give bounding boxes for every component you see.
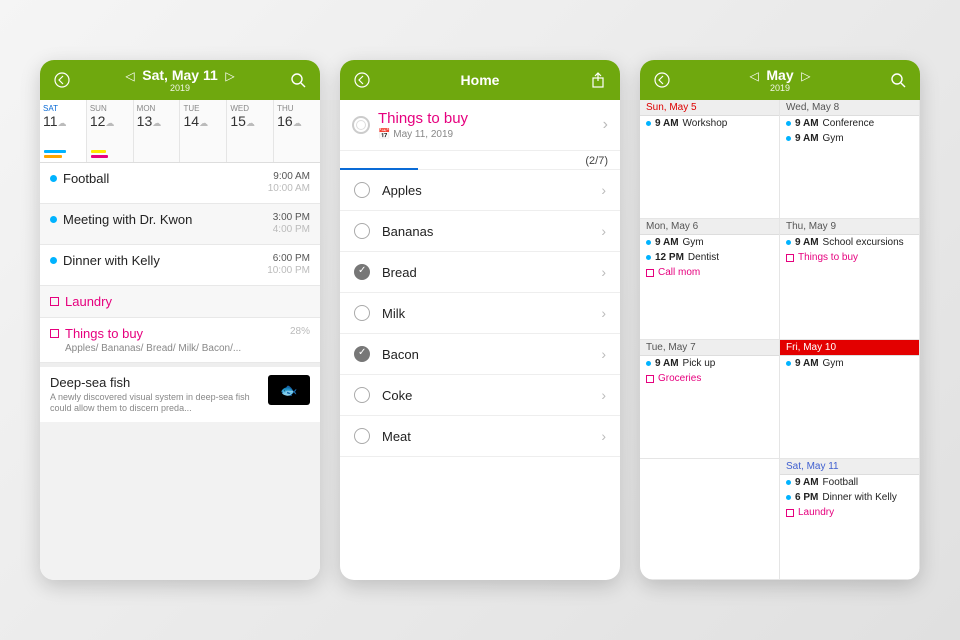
week-grid: Sun, May 59 AM WorkshopWed, May 89 AM Co… bbox=[640, 100, 920, 580]
event-row[interactable]: Things to buyApples/ Bananas/ Bread/ Mil… bbox=[40, 318, 320, 363]
article-card[interactable]: Deep-sea fishA newly discovered visual s… bbox=[40, 363, 320, 422]
prev-day-icon[interactable]: ◁ bbox=[121, 69, 138, 83]
chevron-right-icon: › bbox=[601, 428, 606, 444]
check-circle-icon[interactable] bbox=[354, 387, 370, 403]
header-title: Home bbox=[461, 72, 500, 88]
check-circle-icon[interactable] bbox=[354, 305, 370, 321]
list-title: Things to buy bbox=[378, 110, 468, 127]
check-circle-icon[interactable] bbox=[354, 223, 370, 239]
checklist-item[interactable]: Apples› bbox=[340, 170, 620, 211]
event-list: Football9:00 AM10:00 AMMeeting with Dr. … bbox=[40, 163, 320, 580]
checklist-item[interactable]: Bananas› bbox=[340, 211, 620, 252]
header: Home bbox=[340, 60, 620, 100]
event-row[interactable]: Meeting with Dr. Kwon3:00 PM4:00 PM bbox=[40, 204, 320, 245]
day-cell[interactable]: WED15☁ bbox=[227, 100, 274, 162]
header-title: Sat, May 11 bbox=[142, 67, 218, 83]
day-cell[interactable]: TUE14☁ bbox=[180, 100, 227, 162]
chevron-right-icon: › bbox=[603, 116, 608, 134]
list-header[interactable]: Things to buy 📅 May 11, 2019 › bbox=[340, 100, 620, 151]
checklist-item[interactable]: Meat› bbox=[340, 416, 620, 457]
checklist-item[interactable]: Milk› bbox=[340, 293, 620, 334]
checklist-item[interactable]: Coke› bbox=[340, 375, 620, 416]
week-cell[interactable]: Tue, May 79 AM Pick upGroceries bbox=[640, 340, 780, 459]
header-title: May bbox=[766, 67, 793, 83]
article-image: 🐟 bbox=[268, 375, 310, 405]
event-row[interactable]: Football9:00 AM10:00 AM bbox=[40, 163, 320, 204]
checklist-item[interactable]: Bread› bbox=[340, 252, 620, 293]
week-cell[interactable]: Thu, May 99 AM School excursionsThings t… bbox=[780, 219, 920, 340]
prev-month-icon[interactable]: ◁ bbox=[746, 69, 763, 83]
day-cell[interactable]: SAT11☁ bbox=[40, 100, 87, 162]
progress-bar bbox=[340, 168, 418, 170]
chevron-right-icon: › bbox=[601, 264, 606, 280]
back-icon[interactable] bbox=[350, 68, 374, 92]
phone-week-view: ◁ May ▷ 2019 Sun, May 59 AM WorkshopWed,… bbox=[640, 60, 920, 580]
back-icon[interactable] bbox=[650, 68, 674, 92]
checklist-item[interactable]: Bacon› bbox=[340, 334, 620, 375]
header: ◁ Sat, May 11 ▷ 2019 bbox=[40, 60, 320, 100]
week-cell[interactable]: Wed, May 89 AM Conference9 AM Gym bbox=[780, 100, 920, 219]
progress-ring-icon bbox=[352, 116, 370, 134]
back-icon[interactable] bbox=[50, 68, 74, 92]
header: ◁ May ▷ 2019 bbox=[640, 60, 920, 100]
checklist: Apples›Bananas›Bread›Milk›Bacon›Coke›Mea… bbox=[340, 170, 620, 457]
chevron-right-icon: › bbox=[601, 346, 606, 362]
progress-row: (2/7) bbox=[340, 151, 620, 170]
check-circle-icon[interactable] bbox=[354, 428, 370, 444]
search-icon[interactable] bbox=[286, 68, 310, 92]
day-cell[interactable]: THU16☁ bbox=[274, 100, 320, 162]
chevron-right-icon: › bbox=[601, 182, 606, 198]
chevron-right-icon: › bbox=[601, 305, 606, 321]
week-cell[interactable]: Sun, May 59 AM Workshop bbox=[640, 100, 780, 219]
phone-list-view: Home Things to buy 📅 May 11, 2019 › (2/7… bbox=[340, 60, 620, 580]
week-cell[interactable]: Fri, May 109 AM Gym bbox=[780, 340, 920, 459]
search-icon[interactable] bbox=[886, 68, 910, 92]
week-cell[interactable] bbox=[640, 459, 780, 580]
chevron-right-icon: › bbox=[601, 223, 606, 239]
list-date: 📅 May 11, 2019 bbox=[378, 129, 468, 140]
progress-text: (2/7) bbox=[585, 155, 608, 167]
check-circle-icon[interactable] bbox=[354, 346, 370, 362]
event-row[interactable]: Laundry bbox=[40, 286, 320, 318]
day-cell[interactable]: SUN12☁ bbox=[87, 100, 134, 162]
week-cell[interactable]: Mon, May 69 AM Gym12 PM DentistCall mom bbox=[640, 219, 780, 340]
next-month-icon[interactable]: ▷ bbox=[797, 69, 814, 83]
day-cell[interactable]: MON13☁ bbox=[134, 100, 181, 162]
check-circle-icon[interactable] bbox=[354, 182, 370, 198]
share-icon[interactable] bbox=[586, 68, 610, 92]
week-cell[interactable]: Sat, May 119 AM Football6 PM Dinner with… bbox=[780, 459, 920, 580]
event-row[interactable]: Dinner with Kelly6:00 PM10:00 PM bbox=[40, 245, 320, 286]
day-selector: SAT11☁SUN12☁MON13☁TUE14☁WED15☁THU16☁ bbox=[40, 100, 320, 163]
chevron-right-icon: › bbox=[601, 387, 606, 403]
header-subtitle: 2019 bbox=[640, 83, 920, 93]
header-subtitle: 2019 bbox=[40, 83, 320, 93]
phone-day-view: ◁ Sat, May 11 ▷ 2019 SAT11☁SUN12☁MON13☁T… bbox=[40, 60, 320, 580]
check-circle-icon[interactable] bbox=[354, 264, 370, 280]
next-day-icon[interactable]: ▷ bbox=[221, 69, 238, 83]
